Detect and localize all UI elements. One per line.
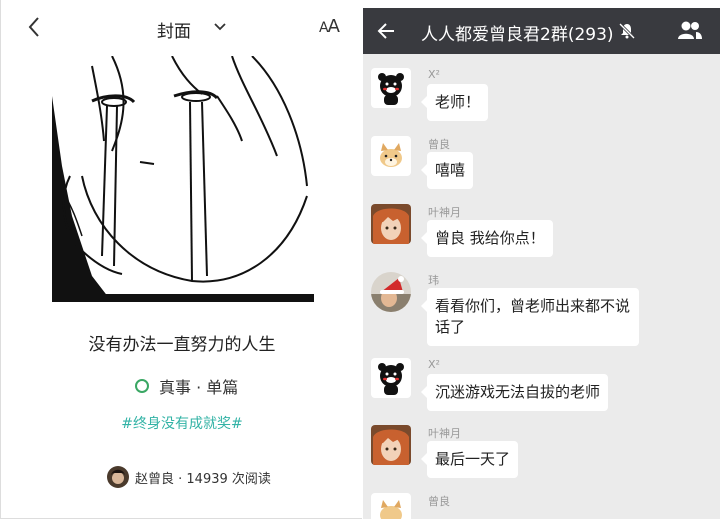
author-line[interactable]: 赵曾良 · 14939 次阅读 <box>107 466 271 488</box>
font-size-button[interactable]: AA <box>319 16 340 37</box>
circle-icon <box>135 379 149 393</box>
group-members-icon[interactable] <box>677 20 703 40</box>
status-strip <box>363 0 720 8</box>
sender-name: 曾良 <box>428 495 450 508</box>
cover-title: 封面 <box>157 22 191 42</box>
chat-header: 人人都爱曾良君2群(293) <box>363 8 720 54</box>
message-bubble[interactable]: 沉迷游戏无法自拔的老师 <box>420 374 609 411</box>
mute-bell-icon <box>619 22 635 39</box>
bear-avatar[interactable] <box>371 358 411 398</box>
sender-name: 叶神月 <box>428 206 461 219</box>
bear-avatar[interactable] <box>371 68 411 108</box>
dog-avatar[interactable] <box>371 136 411 176</box>
back-arrow-icon[interactable] <box>375 20 397 42</box>
message-bubble[interactable]: 最后一天了 <box>420 441 519 478</box>
story-topbar: 封面 AA <box>1 0 363 56</box>
redhair-avatar[interactable] <box>371 204 411 244</box>
message-bubble[interactable]: 嘻嘻 <box>420 152 474 189</box>
cover-illustration <box>52 56 314 302</box>
category-label: 真事 · 单篇 <box>159 378 239 397</box>
sender-name: X² <box>428 68 440 81</box>
story-category[interactable]: 真事 · 单篇 <box>135 374 238 398</box>
santa-avatar[interactable] <box>371 272 411 312</box>
author-stats: 赵曾良 · 14939 次阅读 <box>135 471 271 487</box>
message-bubble[interactable]: 看看你们，曾老师出来都不说话了 <box>421 288 639 346</box>
story-title: 没有办法一直努力的人生 <box>88 335 276 355</box>
message-bubble[interactable]: 曾良 我给你点！ <box>421 220 553 257</box>
sender-name: 叶神月 <box>428 427 461 440</box>
sender-name: 玮 <box>428 274 439 287</box>
story-panel: 封面 AA 没有办法一直努力的人生 真事 · 单篇 #终身没有成就奖# 赵曾良 … <box>0 0 362 519</box>
dog-avatar[interactable] <box>371 493 411 519</box>
story-hashtag[interactable]: #终身没有成就奖# <box>1 413 363 433</box>
redhair-avatar[interactable] <box>371 425 411 465</box>
sender-name: X² <box>428 358 440 371</box>
chevron-down-icon[interactable] <box>213 21 227 33</box>
back-chevron-icon[interactable] <box>23 14 45 40</box>
message-bubble[interactable]: 老师！ <box>420 84 489 121</box>
chat-title: 人人都爱曾良君2群(293) <box>421 25 614 45</box>
chat-panel: 人人都爱曾良君2群(293) X² 老师！ 曾良 嘻嘻 叶神月 曾良 我给你点！… <box>363 0 720 519</box>
author-avatar <box>107 466 129 488</box>
sender-name: 曾良 <box>428 138 450 151</box>
